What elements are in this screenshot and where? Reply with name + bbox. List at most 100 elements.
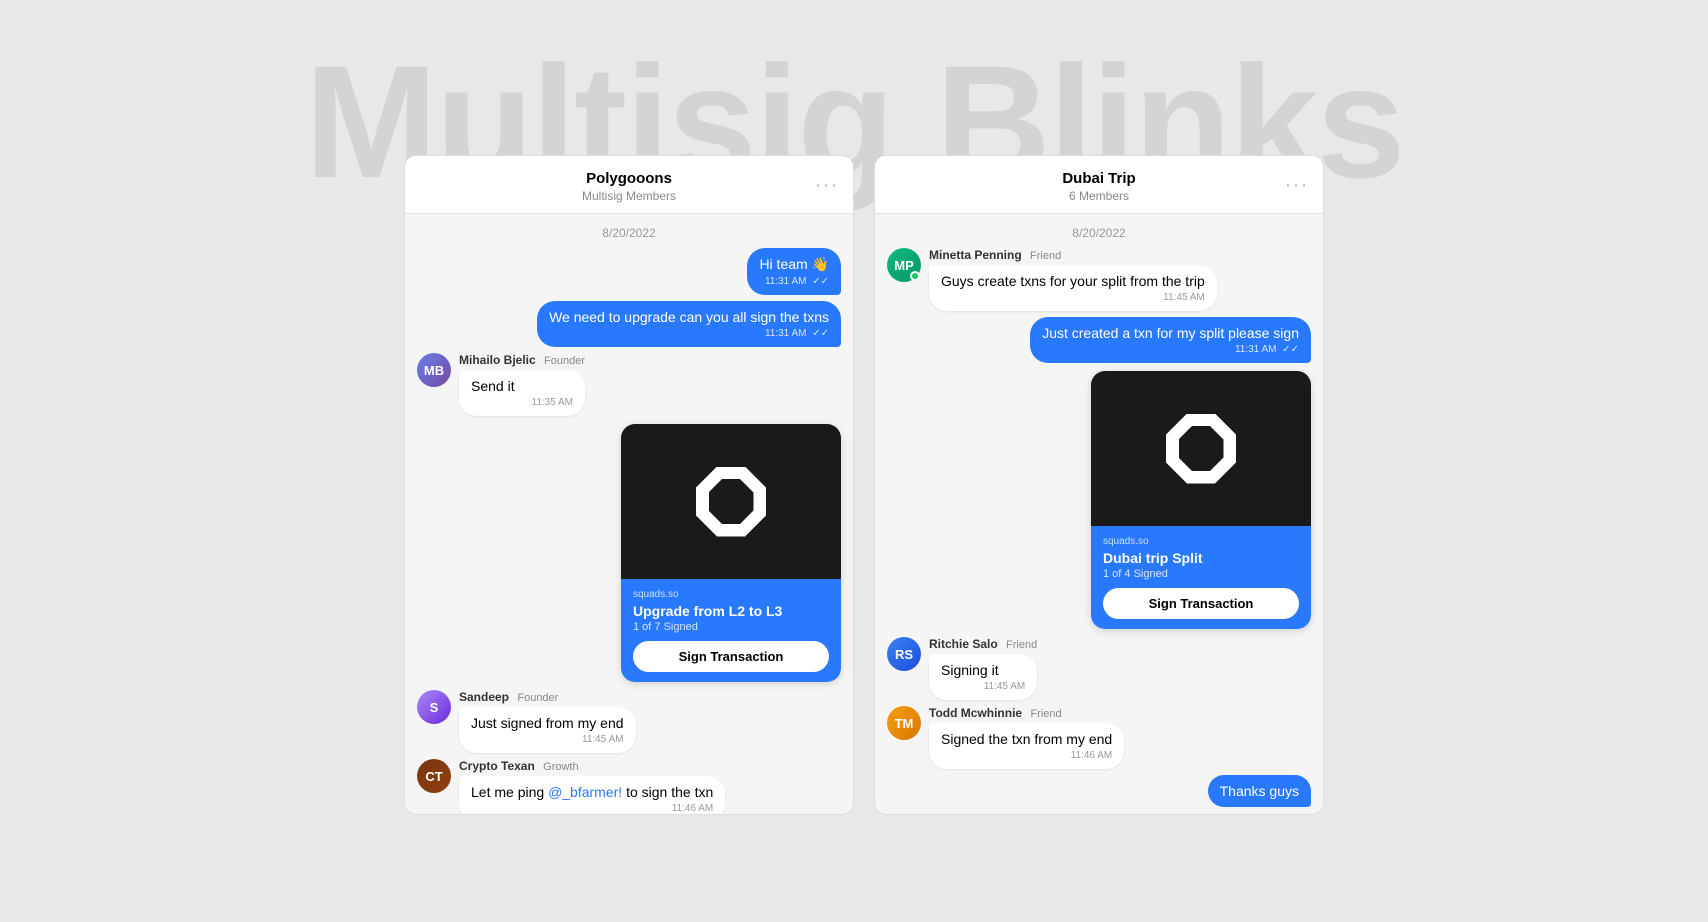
blink-info-dubai-trip: squads.so Dubai trip Split 1 of 4 Signed… (1091, 526, 1311, 629)
messages-area-dubai-trip[interactable]: MP Minetta Penning Friend Guys create tx… (875, 248, 1323, 814)
message-out-thanks: Thanks guys (887, 775, 1311, 807)
avatar-ritchie: RS (887, 637, 921, 671)
bubble-text-2: We need to upgrade can you all sign the … (549, 309, 829, 325)
avatar-wrapper-mihailo: MB (417, 353, 451, 387)
bubble-time-todd: 11:46 AM (941, 750, 1112, 761)
message-in-minetta: MP Minetta Penning Friend Guys create tx… (887, 248, 1311, 311)
bubble-wrapper-todd: Todd Mcwhinnie Friend Signed the txn fro… (929, 706, 1124, 769)
blink-info-polygooons: squads.so Upgrade from L2 to L3 1 of 7 S… (621, 579, 841, 682)
bubble-text-todd: Signed the txn from my end (941, 731, 1112, 747)
sender-badge-crypto-texan: Growth (543, 761, 578, 773)
bubble-out-2: We need to upgrade can you all sign the … (537, 301, 841, 347)
bubble-out-1: Hi team 👋 11:31 AM ✓✓ (747, 248, 841, 295)
online-indicator-minetta (910, 271, 920, 281)
sender-badge-sandeep: Founder (517, 692, 558, 704)
sender-name-mihailo: Mihailo Bjelic Founder (459, 353, 585, 367)
bubble-in-minetta: Guys create txns for your split from the… (929, 265, 1217, 311)
blink-subtitle-polygooons: 1 of 7 Signed (633, 621, 829, 633)
message-in-todd: TM Todd Mcwhinnie Friend Signed the txn … (887, 706, 1311, 769)
sender-badge-todd: Friend (1030, 708, 1061, 720)
chat-panel-polygooons: Polygooons Multisig Members ··· 8/20/202… (404, 155, 854, 815)
bubble-wrapper-crypto-texan: Crypto Texan Growth Let me ping @_bfarme… (459, 759, 725, 814)
bubble-time-mihailo: 11:35 AM (471, 397, 573, 408)
sender-name-ritchie: Ritchie Salo Friend (929, 637, 1037, 651)
bubble-time-minetta: 11:45 AM (941, 292, 1205, 303)
date-separator-polygooons: 8/20/2022 (405, 214, 853, 248)
bubble-time-2: 11:31 AM ✓✓ (549, 328, 829, 339)
bubble-time-sandeep: 11:45 AM (471, 734, 624, 745)
avatar-wrapper-ritchie: RS (887, 637, 921, 671)
sign-transaction-button-dubai-trip[interactable]: Sign Transaction (1103, 588, 1299, 619)
squads-logo-inner-polygooons (709, 479, 754, 524)
message-out-1: Hi team 👋 11:31 AM ✓✓ (417, 248, 841, 295)
bubble-time-ritchie: 11:45 AM (941, 681, 1025, 692)
avatar-wrapper-crypto-texan: CT (417, 759, 451, 793)
check-icon-dubai-1: ✓✓ (1282, 344, 1299, 355)
message-in-crypto-texan: CT Crypto Texan Growth Let me ping @_bfa… (417, 759, 841, 814)
bubble-in-mihailo: Send it 11:35 AM (459, 370, 585, 416)
chat-header-polygooons: Polygooons Multisig Members ··· (405, 156, 853, 214)
bubble-wrapper-sandeep: Sandeep Founder Just signed from my end … (459, 690, 636, 753)
bubble-in-ritchie: Signing it 11:45 AM (929, 654, 1037, 700)
blink-domain-polygooons: squads.so (633, 589, 829, 600)
message-in-ritchie: RS Ritchie Salo Friend Signing it 11:45 … (887, 637, 1311, 700)
bubble-out-thanks: Thanks guys (1208, 775, 1311, 807)
sender-name-minetta: Minetta Penning Friend (929, 248, 1217, 262)
message-out-dubai-1: Just created a txn for my split please s… (887, 317, 1311, 363)
blink-subtitle-dubai-trip: 1 of 4 Signed (1103, 568, 1299, 580)
panel-menu-dubai-trip[interactable]: ··· (1285, 174, 1309, 195)
sender-badge-minetta: Friend (1030, 250, 1061, 262)
date-separator-dubai-trip: 8/20/2022 (875, 214, 1323, 248)
check-icon-2: ✓✓ (812, 328, 829, 339)
blink-card-dubai-trip: squads.so Dubai trip Split 1 of 4 Signed… (1091, 371, 1311, 629)
bubble-wrapper-minetta: Minetta Penning Friend Guys create txns … (929, 248, 1217, 311)
chat-header-dubai-trip: Dubai Trip 6 Members ··· (875, 156, 1323, 214)
bubble-wrapper-ritchie: Ritchie Salo Friend Signing it 11:45 AM (929, 637, 1037, 700)
bubble-text-minetta: Guys create txns for your split from the… (941, 273, 1205, 289)
bubble-text-thanks: Thanks guys (1220, 783, 1299, 799)
panel-title-dubai-trip: Dubai Trip (891, 170, 1307, 187)
message-in-sandeep: S Sandeep Founder Just signed from my en… (417, 690, 841, 753)
avatar-wrapper-minetta: MP (887, 248, 921, 282)
message-out-2: We need to upgrade can you all sign the … (417, 301, 841, 347)
avatar-todd: TM (887, 706, 921, 740)
sender-name-todd: Todd Mcwhinnie Friend (929, 706, 1124, 720)
blink-card-polygooons: squads.so Upgrade from L2 to L3 1 of 7 S… (621, 424, 841, 682)
sender-name-sandeep: Sandeep Founder (459, 690, 636, 704)
panel-subtitle-dubai-trip: 6 Members (891, 189, 1307, 203)
squads-logo-dubai-trip (1166, 414, 1236, 484)
blink-image-dubai-trip (1091, 371, 1311, 526)
bubble-text-ritchie: Signing it (941, 662, 999, 678)
bubble-out-dubai-1: Just created a txn for my split please s… (1030, 317, 1311, 363)
bubble-wrapper-mihailo: Mihailo Bjelic Founder Send it 11:35 AM (459, 353, 585, 416)
panel-title-polygooons: Polygooons (421, 170, 837, 187)
bubble-time-crypto-texan: 11:46 AM (471, 803, 713, 814)
avatar-crypto-texan: CT (417, 759, 451, 793)
messages-area-polygooons[interactable]: Hi team 👋 11:31 AM ✓✓ We need to upgrade… (405, 248, 853, 814)
check-icon-1: ✓✓ (812, 276, 829, 287)
mention-link-bfarmer[interactable]: @_bfarmer! (548, 784, 622, 800)
blink-title-dubai-trip: Dubai trip Split (1103, 550, 1299, 566)
message-in-mihailo: MB Mihailo Bjelic Founder Send it 11:35 … (417, 353, 841, 416)
chat-panel-dubai-trip: Dubai Trip 6 Members ··· 8/20/2022 MP Mi… (874, 155, 1324, 815)
blink-image-polygooons (621, 424, 841, 579)
bubble-in-todd: Signed the txn from my end 11:46 AM (929, 723, 1124, 769)
squads-logo-inner-dubai-trip (1179, 426, 1224, 471)
bubble-text-mihailo: Send it (471, 378, 515, 394)
sender-badge-mihailo: Founder (544, 355, 585, 367)
bubble-text-1: Hi team 👋 (759, 256, 829, 273)
blink-title-polygooons: Upgrade from L2 to L3 (633, 603, 829, 619)
bubble-text-dubai-1: Just created a txn for my split please s… (1042, 325, 1299, 341)
bubble-time-dubai-1: 11:31 AM ✓✓ (1042, 344, 1299, 355)
blink-domain-dubai-trip: squads.so (1103, 536, 1299, 547)
bubble-in-sandeep: Just signed from my end 11:45 AM (459, 707, 636, 753)
avatar-wrapper-todd: TM (887, 706, 921, 740)
panel-menu-polygooons[interactable]: ··· (815, 174, 839, 195)
bubble-time-1: 11:31 AM ✓✓ (759, 276, 829, 287)
avatar-sandeep: S (417, 690, 451, 724)
panel-subtitle-polygooons: Multisig Members (421, 189, 837, 203)
sign-transaction-button-polygooons[interactable]: Sign Transaction (633, 641, 829, 672)
bubble-text-sandeep: Just signed from my end (471, 715, 624, 731)
sender-badge-ritchie: Friend (1006, 639, 1037, 651)
bubble-text-crypto-texan: Let me ping @_bfarmer! to sign the txn (471, 784, 713, 800)
